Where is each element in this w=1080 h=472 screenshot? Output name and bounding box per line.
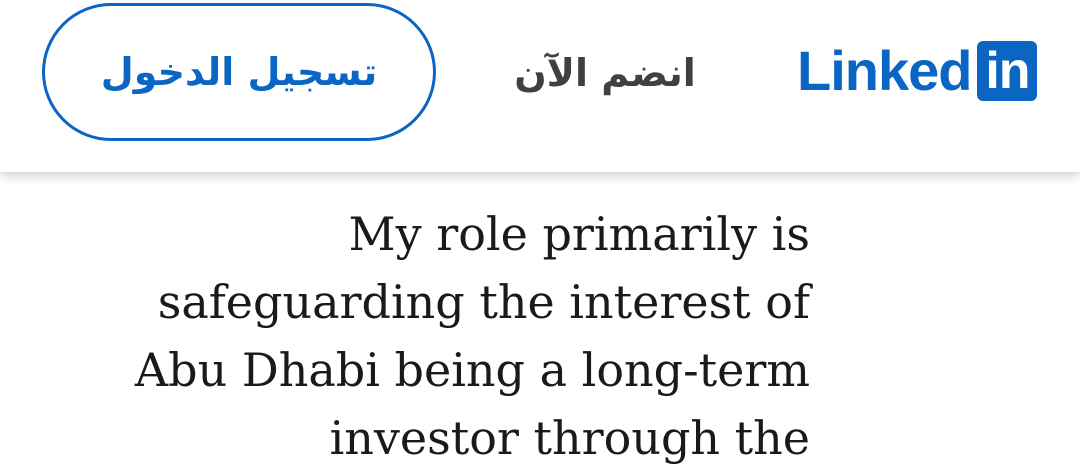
join-now-link[interactable]: انضم الآن	[505, 40, 705, 106]
article-paragraph: My role primarily is safeguarding the in…	[110, 200, 810, 472]
article-line: safeguarding the interest of	[157, 275, 810, 329]
article-line: Abu Dhabi being a long-term	[134, 343, 810, 397]
top-nav-bar: تسجيل الدخول انضم الآن Linked in	[0, 0, 1080, 172]
article-line: investor through the	[329, 411, 810, 465]
logo-in-box: in	[977, 41, 1038, 101]
sign-in-button[interactable]: تسجيل الدخول	[42, 3, 436, 141]
article-line: My role primarily is	[348, 207, 810, 261]
article-body: My role primarily is safeguarding the in…	[0, 172, 1080, 467]
linkedin-logo[interactable]: Linked in	[797, 39, 1038, 102]
logo-wordmark: Linked	[797, 39, 972, 102]
